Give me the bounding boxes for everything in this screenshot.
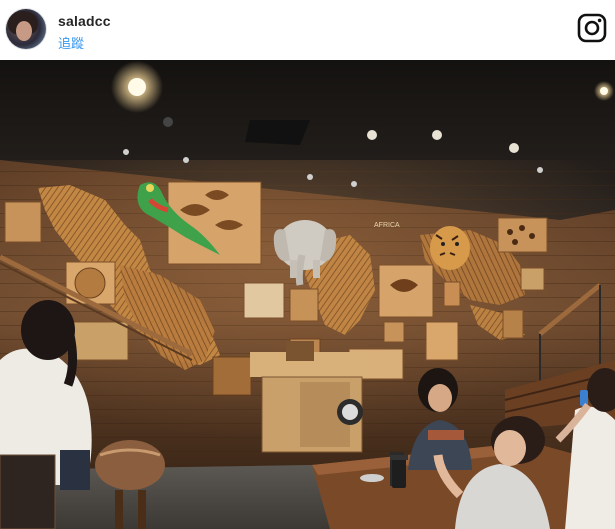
avatar[interactable] bbox=[6, 9, 46, 49]
africa-sign: AFRICA bbox=[374, 222, 400, 229]
post-photo[interactable]: AFRICA bbox=[0, 60, 615, 529]
post-header: saladcc 追蹤 bbox=[0, 0, 615, 60]
follow-button[interactable]: 追蹤 bbox=[58, 33, 84, 52]
instagram-post: saladcc 追蹤 AFRICA bbox=[0, 0, 615, 529]
cafe-interior-image: AFRICA bbox=[0, 60, 615, 529]
instagram-icon[interactable] bbox=[577, 13, 607, 43]
username[interactable]: saladcc bbox=[58, 13, 111, 29]
